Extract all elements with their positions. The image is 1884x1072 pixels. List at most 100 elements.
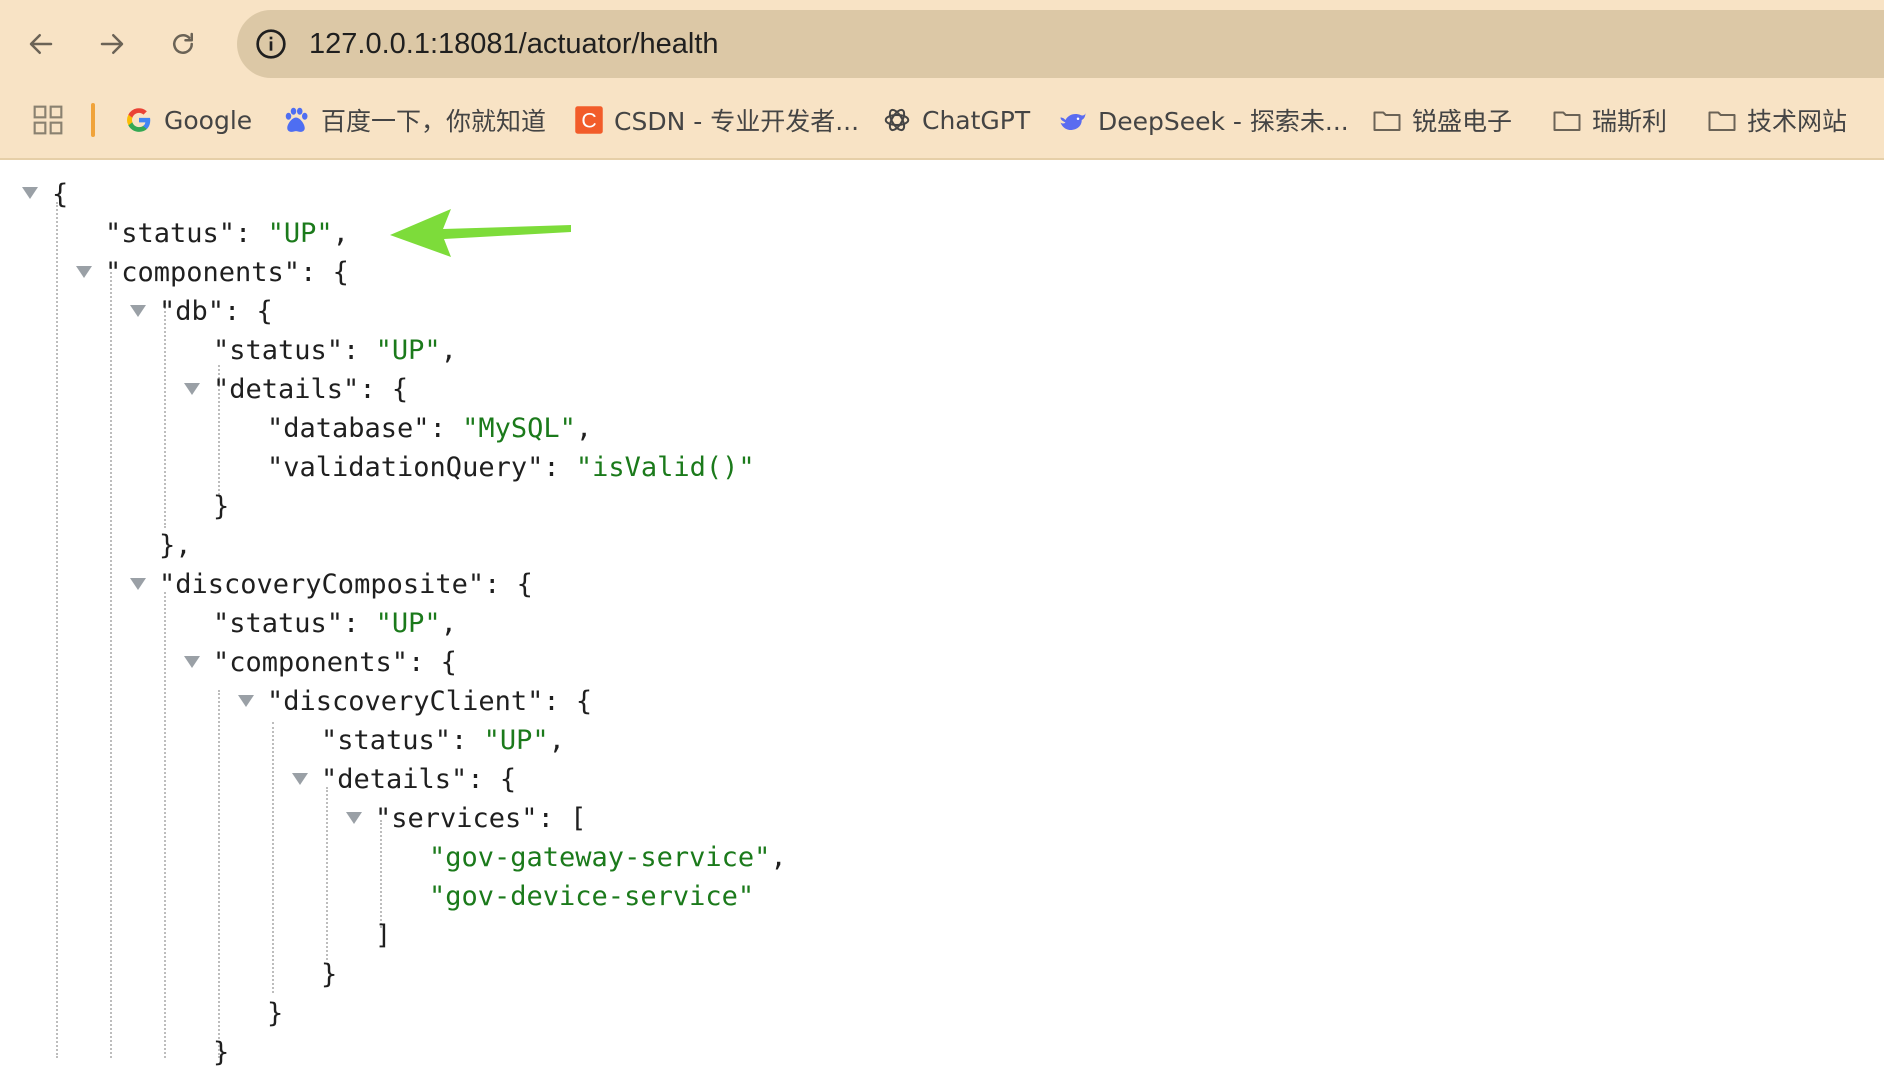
annotation-arrow-icon	[390, 209, 571, 257]
json-line: }	[321, 959, 338, 990]
json-key: "status"	[321, 725, 452, 756]
bookmarks-bar: Google 百度一下，你就知道 C CSDN - 专业开发者... ChatG…	[0, 88, 1884, 160]
bookmark-folder-ruisheng[interactable]: 锐盛电子	[1372, 100, 1512, 140]
bookmark-label: 瑞斯利	[1592, 107, 1668, 136]
json-string: "UP"	[267, 218, 333, 249]
json-key: "database"	[267, 413, 430, 444]
arrow-right-icon	[100, 34, 124, 54]
json-string: "isValid()"	[575, 452, 755, 483]
json-key: "components"	[213, 647, 409, 678]
json-key: "details"	[321, 764, 468, 795]
json-line: "components": {	[213, 647, 457, 678]
bookmark-chatgpt[interactable]: ChatGPT	[882, 100, 1030, 140]
json-line: "validationQuery": "isValid()"	[267, 452, 755, 483]
json-line: "discoveryComposite": {	[159, 569, 533, 600]
indent-guide	[272, 722, 274, 993]
json-key: "validationQuery"	[267, 452, 544, 483]
collapse-toggle-root[interactable]	[22, 187, 38, 199]
json-viewer: { "status": "UP", "components": { "db": …	[0, 160, 1884, 1068]
json-string: "gov-device-service"	[429, 881, 755, 912]
bookmark-label: Google	[164, 105, 253, 135]
collapse-toggle-db-details[interactable]	[184, 383, 200, 395]
deepseek-whale-icon	[1060, 112, 1086, 130]
json-line: "status": "UP",	[321, 725, 565, 756]
apps-grid-icon[interactable]	[32, 104, 64, 136]
json-string: "UP"	[375, 335, 441, 366]
reload-button[interactable]	[159, 20, 207, 68]
indent-guide	[218, 690, 220, 1058]
json-line: }	[213, 491, 230, 522]
collapse-toggle-discoveryclient[interactable]	[238, 695, 254, 707]
json-line: "db": {	[159, 296, 273, 327]
json-line: "status": "UP",	[105, 218, 349, 249]
bookmark-label: DeepSeek - 探索未...	[1098, 107, 1349, 136]
json-line: },	[159, 530, 192, 561]
json-line: "services": [	[375, 803, 587, 834]
json-key: "status"	[213, 608, 344, 639]
csdn-icon: C	[575, 106, 603, 134]
json-string: "UP"	[375, 608, 441, 639]
bookmark-label: 百度一下，你就知道	[321, 107, 547, 136]
indent-guide	[110, 267, 112, 1058]
baidu-paw-icon	[285, 107, 308, 132]
forward-button[interactable]	[88, 20, 136, 68]
json-key: "components"	[105, 257, 301, 288]
reload-icon	[173, 32, 193, 54]
json-line: "components": {	[105, 257, 349, 288]
svg-text:C: C	[581, 109, 596, 133]
json-key: "details"	[213, 374, 360, 405]
folder-icon	[1708, 111, 1736, 131]
json-key: "status"	[213, 335, 344, 366]
bookmark-separator	[91, 103, 95, 137]
json-line: "gov-device-service"	[429, 877, 754, 916]
json-key: "discoveryClient"	[267, 686, 544, 717]
json-line: }	[267, 998, 284, 1029]
folder-icon	[1553, 111, 1581, 131]
bookmark-label: 技术网站	[1747, 107, 1848, 136]
site-info-icon[interactable]	[255, 28, 287, 60]
bookmark-label: ChatGPT	[922, 105, 1031, 135]
bookmark-folder-ruisili[interactable]: 瑞斯利	[1552, 100, 1667, 140]
indent-guide	[164, 300, 166, 528]
json-line: ]	[375, 920, 392, 951]
json-line: {	[52, 179, 69, 210]
json-line: "database": "MySQL",	[267, 413, 593, 444]
bookmark-folder-tech[interactable]: 技术网站	[1707, 100, 1847, 140]
bookmark-csdn[interactable]: C CSDN - 专业开发者...	[574, 100, 859, 140]
json-key: "db"	[159, 296, 225, 327]
arrow-left-icon	[29, 34, 53, 54]
json-line: "discoveryClient": {	[267, 686, 593, 717]
indent-guide	[164, 592, 166, 1058]
collapse-toggle-dc-components[interactable]	[184, 656, 200, 668]
json-line: "details": {	[321, 764, 517, 795]
browser-toolbar: 127.0.0.1:18081/actuator/health	[0, 0, 1884, 88]
collapse-toggle-services[interactable]	[346, 812, 362, 824]
json-line: "details": {	[213, 374, 409, 405]
collapse-toggle-discoverycomposite[interactable]	[130, 578, 146, 590]
json-string: "MySQL"	[462, 413, 576, 444]
json-string: "UP"	[483, 725, 549, 756]
google-icon	[127, 108, 151, 132]
openai-icon	[884, 108, 910, 132]
url-text[interactable]: 127.0.0.1:18081/actuator/health	[309, 28, 719, 60]
json-line: "gov-gateway-service",	[429, 842, 787, 873]
json-line: "status": "UP",	[213, 608, 457, 639]
json-key: "status"	[105, 218, 236, 249]
bookmark-label: CSDN - 专业开发者...	[614, 107, 860, 136]
collapse-toggle-components[interactable]	[76, 266, 92, 278]
address-bar[interactable]: 127.0.0.1:18081/actuator/health	[237, 10, 1884, 78]
back-button[interactable]	[17, 20, 65, 68]
bookmark-baidu[interactable]: 百度一下，你就知道	[281, 100, 546, 140]
bookmark-google[interactable]: Google	[124, 100, 252, 140]
bookmark-deepseek[interactable]: DeepSeek - 探索未...	[1058, 100, 1349, 140]
collapse-toggle-db[interactable]	[130, 305, 146, 317]
collapse-toggle-dclient-details[interactable]	[292, 773, 308, 785]
json-key: "discoveryComposite"	[159, 569, 485, 600]
json-line: "status": "UP",	[213, 335, 457, 366]
json-key: "services"	[375, 803, 538, 834]
json-string: "gov-gateway-service"	[429, 842, 771, 873]
bookmark-label: 锐盛电子	[1412, 107, 1513, 136]
folder-icon	[1373, 111, 1401, 131]
indent-guide	[326, 787, 328, 960]
indent-guide	[56, 202, 58, 1058]
